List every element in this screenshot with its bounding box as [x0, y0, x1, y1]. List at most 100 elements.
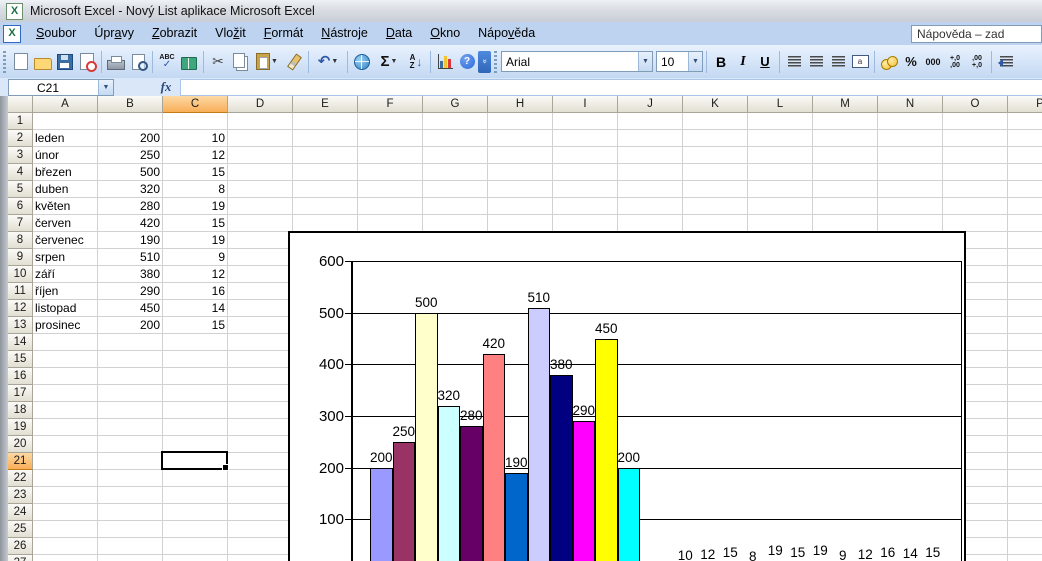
cell-A13[interactable]: prosinec — [35, 317, 95, 334]
column-header-E[interactable]: E — [293, 96, 358, 113]
underline-button[interactable]: U — [754, 51, 776, 73]
row-header-25[interactable]: 25 — [8, 521, 33, 538]
cell-C7[interactable]: 15 — [163, 215, 225, 232]
column-header-M[interactable]: M — [813, 96, 878, 113]
column-header-B[interactable]: B — [98, 96, 163, 113]
cell-A7[interactable]: červen — [35, 215, 95, 232]
autosum-icon[interactable]: Σ▼ — [373, 51, 405, 73]
research-icon[interactable] — [178, 51, 200, 73]
cell-B13[interactable]: 200 — [98, 317, 160, 334]
permission-icon[interactable] — [76, 51, 98, 73]
cell-C13[interactable]: 15 — [163, 317, 225, 334]
sort-ascending-icon[interactable]: AZ↓ — [405, 51, 427, 73]
insert-hyperlink-icon[interactable] — [351, 51, 373, 73]
row-header-1[interactable]: 1 — [8, 113, 33, 130]
chart-bar-leden-1[interactable] — [370, 468, 393, 561]
cell-B12[interactable]: 450 — [98, 300, 160, 317]
cell-C6[interactable]: 19 — [163, 198, 225, 215]
chart-bar-červen-1[interactable] — [483, 354, 506, 561]
insert-function-icon[interactable]: fx — [156, 79, 176, 94]
cell-B11[interactable]: 290 — [98, 283, 160, 300]
column-header-L[interactable]: L — [748, 96, 813, 113]
cell-C5[interactable]: 8 — [163, 181, 225, 198]
column-header-D[interactable]: D — [228, 96, 293, 113]
column-header-F[interactable]: F — [358, 96, 423, 113]
chart-bar-září-1[interactable] — [550, 375, 573, 561]
save-icon[interactable] — [54, 51, 76, 73]
column-header-K[interactable]: K — [683, 96, 748, 113]
cell-A5[interactable]: duben — [35, 181, 95, 198]
cell-A11[interactable]: říjen — [35, 283, 95, 300]
formula-input[interactable] — [180, 79, 1042, 96]
menu-item-úpravy[interactable]: Úpravy — [85, 22, 143, 45]
cell-C9[interactable]: 9 — [163, 249, 225, 266]
cell-A9[interactable]: srpen — [35, 249, 95, 266]
cell-A6[interactable]: květen — [35, 198, 95, 215]
column-header-H[interactable]: H — [488, 96, 553, 113]
name-box-dropdown[interactable]: ▼ — [98, 80, 113, 95]
chart-bar-březen-1[interactable] — [415, 313, 438, 561]
row-header-3[interactable]: 3 — [8, 147, 33, 164]
undo-icon[interactable]: ↶▼ — [312, 51, 344, 73]
cell-B6[interactable]: 280 — [98, 198, 160, 215]
cell-C10[interactable]: 12 — [163, 266, 225, 283]
cell-B7[interactable]: 420 — [98, 215, 160, 232]
chart-bar-říjen-1[interactable] — [573, 421, 596, 561]
cell-C12[interactable]: 14 — [163, 300, 225, 317]
column-header-C[interactable]: C — [163, 96, 228, 113]
column-header-G[interactable]: G — [423, 96, 488, 113]
row-header-14[interactable]: 14 — [8, 334, 33, 351]
row-header-16[interactable]: 16 — [8, 368, 33, 385]
name-box[interactable]: C21 ▼ — [8, 79, 114, 96]
row-header-21[interactable]: 21 — [8, 453, 33, 470]
print-icon[interactable] — [105, 51, 127, 73]
row-header-9[interactable]: 9 — [8, 249, 33, 266]
row-header-18[interactable]: 18 — [8, 402, 33, 419]
cell-C3[interactable]: 12 — [163, 147, 225, 164]
align-center-icon[interactable] — [805, 51, 827, 73]
cell-A3[interactable]: únor — [35, 147, 95, 164]
row-header-26[interactable]: 26 — [8, 538, 33, 555]
copy-icon[interactable] — [229, 51, 251, 73]
italic-button[interactable]: I — [732, 51, 754, 73]
menu-item-nápověda[interactable]: Nápověda — [469, 22, 544, 45]
column-header-O[interactable]: O — [943, 96, 1008, 113]
chart-bar-prosinec-1[interactable] — [618, 468, 641, 561]
toolbar-drag-handle[interactable] — [494, 51, 497, 73]
menu-item-zobrazit[interactable]: Zobrazit — [143, 22, 206, 45]
font-size-select[interactable]: 10▼ — [656, 51, 703, 72]
comma-style-icon[interactable]: 000 — [922, 51, 944, 73]
menu-item-vložit[interactable]: Vložit — [206, 22, 255, 45]
menu-item-nástroje[interactable]: Nástroje — [312, 22, 377, 45]
decrease-decimal-icon[interactable]: ,00+,0 — [966, 51, 988, 73]
cell-C11[interactable]: 16 — [163, 283, 225, 300]
align-left-icon[interactable] — [783, 51, 805, 73]
merge-center-icon[interactable]: a — [849, 51, 871, 73]
increase-decimal-icon[interactable]: +,0,00 — [944, 51, 966, 73]
row-header-4[interactable]: 4 — [8, 164, 33, 181]
column-header-P[interactable]: P — [1008, 96, 1042, 113]
row-header-15[interactable]: 15 — [8, 351, 33, 368]
cell-C8[interactable]: 19 — [163, 232, 225, 249]
align-right-icon[interactable] — [827, 51, 849, 73]
cell-A8[interactable]: červenec — [35, 232, 95, 249]
chart-bar-květen-1[interactable] — [460, 426, 483, 561]
cell-B3[interactable]: 250 — [98, 147, 160, 164]
chart-bar-duben-1[interactable] — [438, 406, 461, 561]
cell-B2[interactable]: 200 — [98, 130, 160, 147]
row-header-2[interactable]: 2 — [8, 130, 33, 147]
format-painter-icon[interactable] — [283, 51, 305, 73]
open-icon[interactable] — [32, 51, 54, 73]
row-header-27[interactable]: 27 — [8, 555, 33, 561]
cell-B5[interactable]: 320 — [98, 181, 160, 198]
toolbar-drag-handle[interactable] — [3, 51, 6, 73]
column-header-A[interactable]: A — [33, 96, 98, 113]
column-header-I[interactable]: I — [553, 96, 618, 113]
chart-bar-srpen-1[interactable] — [528, 308, 551, 561]
row-header-12[interactable]: 12 — [8, 300, 33, 317]
row-header-23[interactable]: 23 — [8, 487, 33, 504]
menu-item-soubor[interactable]: Soubor — [27, 22, 85, 45]
row-header-13[interactable]: 13 — [8, 317, 33, 334]
chart-bar-únor-1[interactable] — [393, 442, 416, 561]
chart-object[interactable]: 0100200300400500600200250500320280420190… — [288, 231, 966, 561]
